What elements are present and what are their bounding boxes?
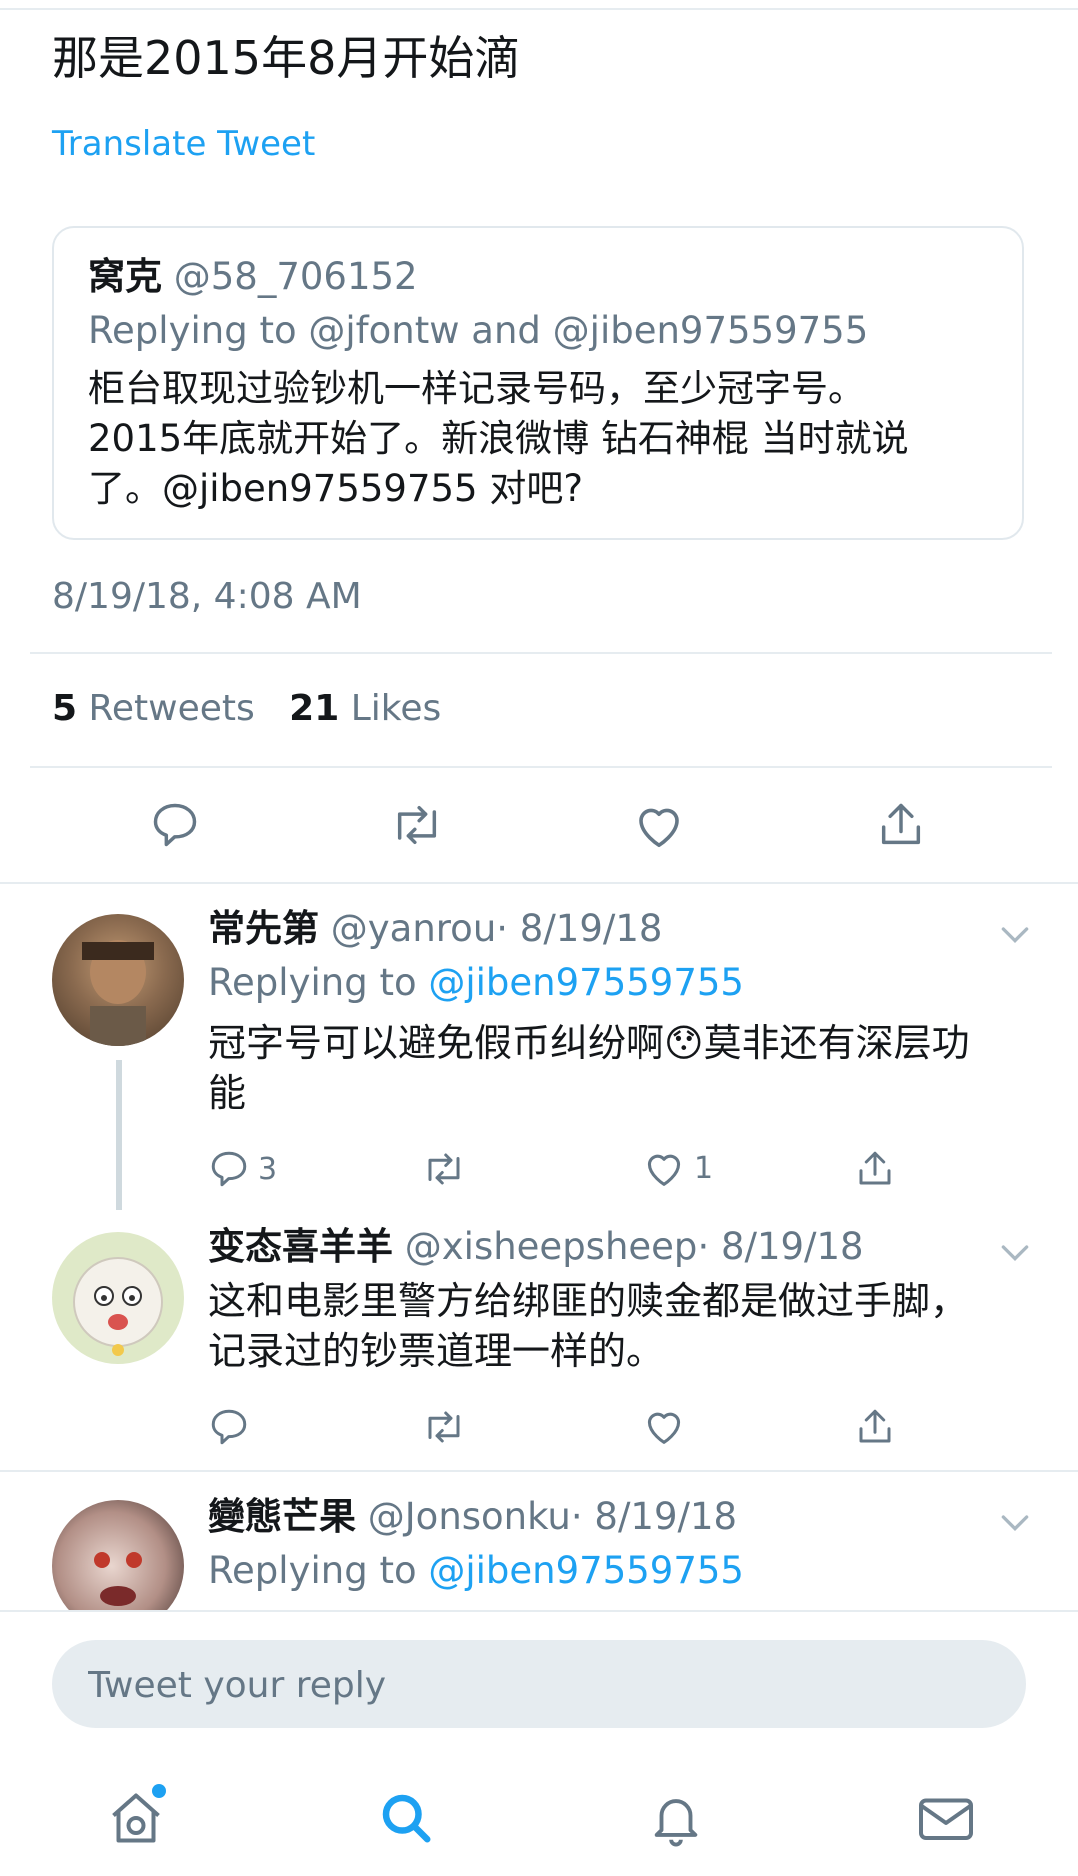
divider	[30, 652, 1052, 654]
tweet-text: 那是2015年8月开始滴	[52, 31, 521, 85]
reply-date: · 8/19/18	[496, 907, 663, 950]
like-button[interactable]	[624, 790, 694, 860]
bottom-tab-bar	[0, 1760, 1078, 1876]
likes-count[interactable]: 21	[289, 688, 339, 729]
tweet-timestamp: 8/19/18, 4:08 AM	[52, 576, 362, 617]
retweets-count[interactable]: 5	[52, 688, 77, 729]
reply-header: 常先第 @yanrou· 8/19/18	[208, 904, 662, 954]
divider	[0, 882, 1078, 884]
tab-search[interactable]	[366, 1778, 446, 1858]
share-icon	[859, 1409, 891, 1443]
reply-input[interactable]	[86, 1640, 990, 1730]
retweets-label[interactable]: Retweets	[89, 688, 255, 729]
like-button[interactable]	[642, 1406, 686, 1446]
reply-author-handle: @xisheepsheep	[404, 1225, 698, 1268]
like-count: 1	[694, 1150, 714, 1186]
share-button[interactable]	[854, 1148, 896, 1190]
replying-user-link[interactable]: @jiben97559755	[428, 961, 744, 1004]
reply-composer[interactable]	[52, 1640, 1026, 1730]
avatar-image	[82, 940, 154, 1046]
reply-author-name[interactable]: 變態芒果	[208, 1495, 356, 1538]
retweet-button[interactable]	[420, 1148, 468, 1190]
reply-replying-to: Replying to @jiben97559755	[208, 958, 744, 1008]
reply-button[interactable]	[208, 1406, 250, 1448]
messages-icon	[919, 1798, 973, 1840]
reply-text-line: 这和电影里警方给绑匪的赎金都是做过手脚，	[208, 1279, 969, 1323]
reply-header: 變態芒果 @Jonsonku· 8/19/18	[208, 1492, 737, 1542]
divider	[30, 766, 1052, 768]
quoted-text-line: 柜台取现过验钞机一样记录号码，至少冠字号。	[88, 367, 865, 410]
avatar[interactable]	[52, 1232, 184, 1364]
reply-button[interactable]: 3	[208, 1148, 277, 1190]
engagement-counts: 5 Retweets 21 Likes	[52, 688, 441, 729]
notification-dot	[152, 1784, 166, 1798]
retweet-icon	[397, 805, 437, 845]
heart-icon	[647, 1154, 681, 1186]
chevron-down-icon[interactable]	[995, 1502, 1035, 1542]
reply-date: · 8/19/18	[697, 1225, 864, 1268]
reply-count: 3	[258, 1151, 278, 1187]
reply-author-name[interactable]: 变态喜羊羊	[208, 1225, 393, 1268]
retweet-icon	[428, 1153, 460, 1185]
reply-text-line: 能	[208, 1071, 247, 1115]
retweet-button[interactable]	[420, 1406, 468, 1448]
replying-prefix: Replying to	[88, 309, 309, 352]
top-divider	[0, 8, 1078, 10]
replying-user-link: @jfontw	[308, 309, 460, 352]
quoted-tweet-card[interactable]: 窝克 @58_706152 Replying to @jfontw and @j…	[52, 226, 1024, 540]
quoted-replying-to: Replying to @jfontw and @jiben97559755	[88, 306, 868, 356]
reply-icon	[211, 1409, 247, 1445]
reply-author-name[interactable]: 常先第	[208, 907, 319, 950]
retweet-icon	[428, 1411, 460, 1443]
share-icon	[859, 1151, 891, 1185]
replying-user-link: @jiben97559755	[552, 309, 869, 352]
replying-prefix: Replying to	[208, 1549, 429, 1592]
quoted-author: 窝克 @58_706152	[88, 252, 418, 302]
quoted-text-line: 2015年底就开始了。新浪微博 钻石神棍 当时就说	[88, 417, 909, 460]
chevron-down-icon[interactable]	[995, 1232, 1035, 1272]
quoted-text-line: 了。@jiben97559755 对吧?	[88, 467, 583, 510]
share-icon	[881, 803, 921, 845]
heart-icon	[639, 808, 679, 848]
quoted-author-handle: @58_706152	[173, 255, 418, 298]
notifications-icon	[654, 1799, 698, 1847]
reply-text-line: 冠字号可以避免假币纠纷啊😯莫非还有深层功	[208, 1021, 970, 1065]
reply-icon	[153, 803, 197, 847]
like-button[interactable]: 1	[642, 1148, 713, 1188]
reply-icon	[211, 1151, 247, 1187]
translate-tweet-link[interactable]: Translate Tweet	[52, 124, 315, 164]
replying-user-link[interactable]: @jiben97559755	[428, 1549, 744, 1592]
replying-and: and	[459, 309, 553, 352]
likes-label[interactable]: Likes	[351, 688, 442, 729]
tab-home[interactable]	[96, 1778, 176, 1858]
search-icon	[382, 1794, 431, 1843]
tab-messages[interactable]	[906, 1778, 986, 1858]
reply-date: · 8/19/18	[570, 1495, 738, 1538]
tab-notifications[interactable]	[636, 1778, 716, 1858]
thread-line	[116, 1060, 122, 1210]
share-button[interactable]	[854, 1406, 896, 1448]
divider	[0, 1470, 1078, 1472]
retweet-button[interactable]	[382, 790, 452, 860]
reply-header: 变态喜羊羊 @xisheepsheep· 8/19/18	[208, 1222, 864, 1272]
reply-author-handle: @yanrou	[330, 907, 497, 950]
avatar-image	[73, 1257, 163, 1356]
reply-replying-to: Replying to @jiben97559755	[208, 1546, 744, 1596]
share-button[interactable]	[866, 790, 936, 860]
reply-button[interactable]	[140, 790, 210, 860]
avatar[interactable]	[52, 914, 184, 1046]
chevron-down-icon[interactable]	[995, 914, 1035, 954]
heart-icon	[647, 1412, 681, 1444]
reply-author-handle: @Jonsonku	[367, 1495, 571, 1538]
reply-text-line: 记录过的钞票道理一样的。	[208, 1329, 665, 1373]
quoted-author-name: 窝克	[88, 255, 162, 298]
replying-prefix: Replying to	[208, 961, 429, 1004]
